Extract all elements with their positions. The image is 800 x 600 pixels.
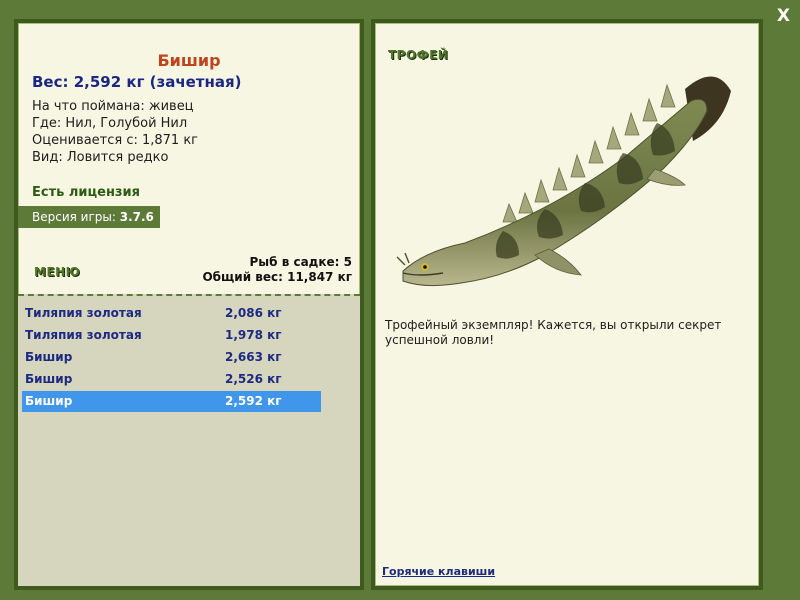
catch-weight: 2,526 кг (225, 372, 282, 386)
version-bar: Версия игры: 3.7.6 (18, 206, 160, 228)
catch-name: Тиляпия золотая (25, 306, 142, 320)
catch-weight: 1,978 кг (225, 328, 282, 342)
catch-weight: 2,086 кг (225, 306, 282, 320)
catch-weight: 2,663 кг (225, 350, 282, 364)
fish-weight: Вес: 2,592 кг (зачетная) (32, 73, 242, 91)
menu-button[interactable]: МЕНЮ (34, 265, 80, 279)
catch-row[interactable]: Бишир 2,526 кг (22, 369, 321, 390)
cage-count: Рыб в садке: 5 (249, 255, 353, 269)
trophy-description: Трофейный экземпляр! Кажется, вы открыли… (385, 318, 722, 347)
catch-name: Бишир (25, 372, 73, 386)
rating-detail: Оценивается с: 1,871 кг (32, 133, 199, 148)
catch-list: Тиляпия золотая 2,086 кг Тиляпия золотая… (18, 294, 360, 586)
license-status: Есть лицензия (32, 185, 140, 200)
fish-name: Бишир (157, 51, 221, 70)
version-label: Версия игры: (32, 210, 116, 224)
hotkeys-link[interactable]: Горячие клавиши (382, 565, 495, 578)
cage-total-weight: Общий вес: 11,847 кг (202, 270, 352, 284)
catch-name: Бишир (25, 350, 73, 364)
fish-info-panel: Бишир Вес: 2,592 кг (зачетная) На что по… (14, 19, 364, 590)
location-detail: Где: Нил, Голубой Нил (32, 116, 188, 131)
catch-name: Бишир (25, 394, 73, 408)
bait-detail: На что поймана: живец (32, 99, 194, 114)
species-detail: Вид: Ловится редко (32, 150, 169, 165)
bichir-fish-image (396, 76, 731, 287)
close-button[interactable]: X (777, 6, 790, 26)
version-value: 3.7.6 (119, 210, 154, 224)
catch-row[interactable]: Бишир 2,663 кг (22, 347, 321, 368)
catch-weight: 2,592 кг (225, 394, 282, 408)
cage-stats: Рыб в садке: 5 Общий вес: 11,847 кг (202, 255, 352, 285)
catch-row[interactable]: Тиляпия золотая 1,978 кг (22, 325, 321, 346)
catch-row-selected[interactable]: Бишир 2,592 кг (22, 391, 321, 412)
trophy-panel: ТРОФЕЙ Трофейный экземпляр! Кажется, вы … (371, 19, 763, 590)
catch-name: Тиляпия золотая (25, 328, 142, 342)
catch-row[interactable]: Тиляпия золотая 2,086 кг (22, 303, 321, 324)
